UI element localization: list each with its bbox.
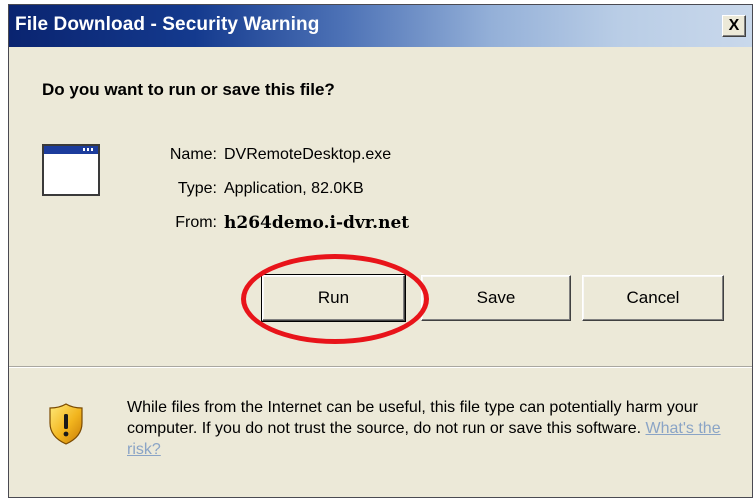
from-label-cell: From: (9, 214, 217, 236)
type-label: Type: (177, 180, 217, 197)
section-divider (9, 366, 752, 368)
security-warning-dialog: File Download - Security Warning X Do yo… (8, 4, 753, 498)
file-type-value: Application, 82.0KB (224, 180, 364, 197)
type-value-cell: Application, 82.0KB (224, 180, 524, 202)
cancel-button[interactable]: Cancel (582, 275, 724, 321)
save-button[interactable]: Save (421, 275, 571, 321)
window-title: File Download - Security Warning (15, 14, 320, 35)
run-highlight-circle (241, 254, 429, 344)
file-source-value: h264demo.i-dvr.net (224, 213, 410, 233)
prompt-question: Do you want to run or save this file? (42, 80, 335, 99)
shield-warning-icon (49, 403, 83, 445)
title-bar[interactable]: File Download - Security Warning X (9, 5, 752, 47)
from-value-cell: h264demo.i-dvr.net (224, 213, 544, 235)
type-label-cell: Type: (9, 180, 217, 202)
name-label: Name: (169, 146, 217, 163)
name-label-cell: Name: (9, 146, 217, 168)
name-value-cell: DVRemoteDesktop.exe (224, 146, 524, 168)
file-name-value: DVRemoteDesktop.exe (224, 146, 392, 163)
from-label: From: (175, 214, 217, 231)
warning-message: While files from the Internet can be use… (127, 397, 737, 460)
close-button[interactable]: X (722, 15, 746, 37)
warning-body-text: While files from the Internet can be use… (127, 399, 698, 437)
